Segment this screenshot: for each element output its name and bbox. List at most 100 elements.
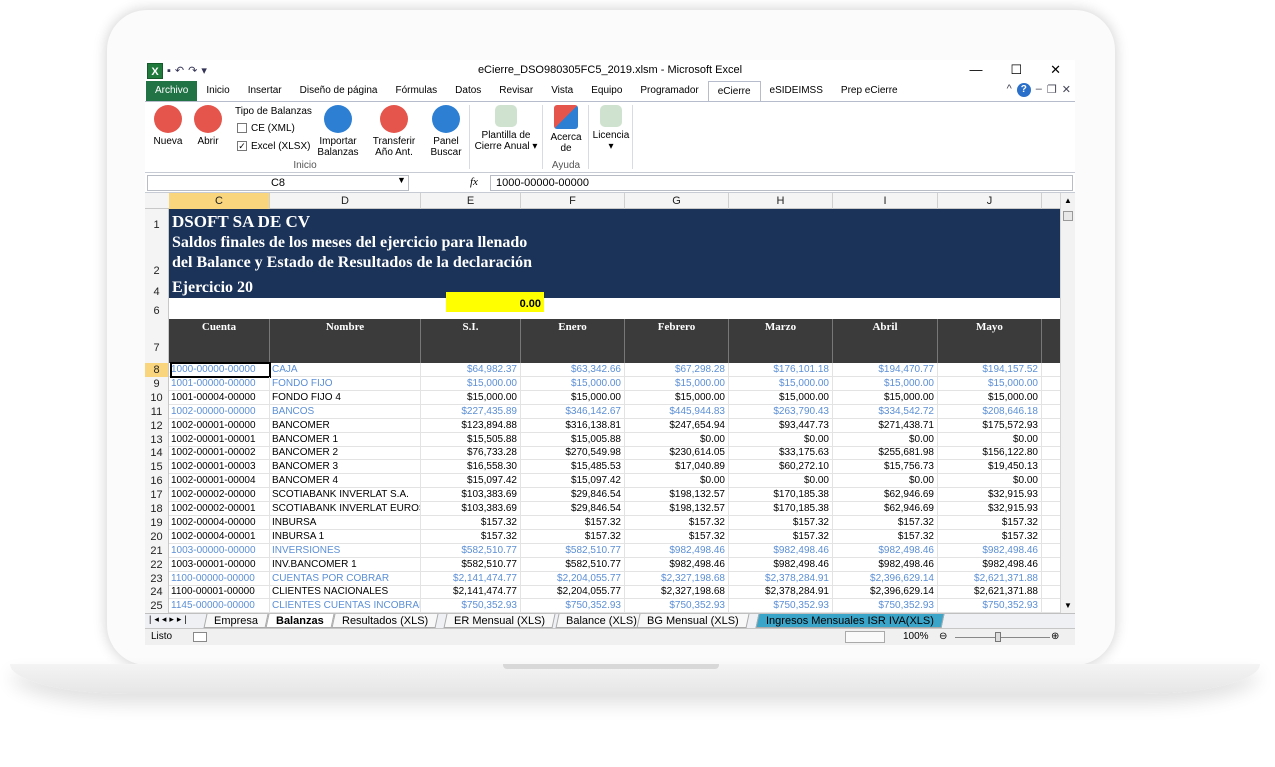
name-cell[interactable]: CUENTAS POR COBRAR xyxy=(272,571,421,586)
value-cell[interactable]: $198,132.57 xyxy=(625,502,729,516)
value-cell[interactable]: $270,549.98 xyxy=(521,446,625,461)
value-cell[interactable]: $15,097.42 xyxy=(421,474,521,489)
value-cell[interactable]: $982,498.46 xyxy=(625,543,729,558)
value-cell[interactable]: $582,510.77 xyxy=(521,557,625,572)
value-cell[interactable]: $170,185.38 xyxy=(729,488,833,503)
mini-close-icon[interactable]: ✕ xyxy=(1062,83,1071,97)
value-cell[interactable]: $15,000.00 xyxy=(421,376,521,391)
value-cell[interactable]: $29,846.54 xyxy=(521,488,625,503)
value-cell[interactable]: $750,352.93 xyxy=(938,599,1042,614)
value-cell[interactable]: $15,000.00 xyxy=(625,376,729,391)
value-cell[interactable]: $15,000.00 xyxy=(833,376,938,391)
plantilla-cierre-button[interactable]: Plantilla de Cierre Anual ▾ xyxy=(471,105,541,152)
value-cell[interactable]: $16,558.30 xyxy=(421,460,521,475)
value-cell[interactable]: $0.00 xyxy=(625,432,729,447)
cuadre-value[interactable]: 0.00 xyxy=(446,292,544,312)
account-cell[interactable]: 1002-00001-00000 xyxy=(171,418,270,433)
row-number[interactable]: 8 xyxy=(145,363,169,377)
row-number[interactable]: 6 xyxy=(145,299,169,319)
value-cell[interactable]: $271,438.71 xyxy=(833,418,938,433)
value-cell[interactable]: $170,185.38 xyxy=(729,502,833,516)
row-number[interactable]: 23 xyxy=(145,571,169,586)
row-number[interactable]: 18 xyxy=(145,502,169,516)
value-cell[interactable]: $15,505.88 xyxy=(421,432,521,447)
row-number[interactable]: 20 xyxy=(145,529,169,544)
scroll-thumb[interactable] xyxy=(1063,211,1073,221)
value-cell[interactable]: $0.00 xyxy=(833,432,938,447)
value-cell[interactable]: $62,946.69 xyxy=(833,488,938,503)
account-cell[interactable]: 1001-00004-00000 xyxy=(171,390,270,405)
value-cell[interactable]: $32,915.93 xyxy=(938,502,1042,516)
column-header[interactable]: E xyxy=(421,193,521,209)
row-number[interactable]: 22 xyxy=(145,557,169,572)
value-cell[interactable]: $445,944.83 xyxy=(625,404,729,419)
value-cell[interactable]: $15,756.73 xyxy=(833,460,938,475)
value-cell[interactable]: $157.32 xyxy=(421,529,521,544)
value-cell[interactable]: $157.32 xyxy=(833,529,938,544)
tab-f-rmulas[interactable]: Fórmulas xyxy=(386,81,446,101)
macro-record-icon[interactable] xyxy=(193,632,207,642)
value-cell[interactable]: $982,498.46 xyxy=(729,557,833,572)
value-cell[interactable]: $247,654.94 xyxy=(625,418,729,433)
value-cell[interactable]: $2,621,371.88 xyxy=(938,571,1042,586)
column-header[interactable]: F xyxy=(521,193,625,209)
value-cell[interactable]: $0.00 xyxy=(625,474,729,489)
value-cell[interactable]: $15,000.00 xyxy=(521,376,625,391)
value-cell[interactable]: $2,141,474.77 xyxy=(421,571,521,586)
tab-programador[interactable]: Programador xyxy=(631,81,707,101)
formula-input[interactable]: 1000-00000-00000 xyxy=(490,175,1073,191)
value-cell[interactable]: $2,327,198.68 xyxy=(625,585,729,600)
value-cell[interactable]: $15,000.00 xyxy=(938,390,1042,405)
tab-inicio[interactable]: Inicio xyxy=(197,81,238,101)
value-cell[interactable]: $582,510.77 xyxy=(421,557,521,572)
value-cell[interactable]: $263,790.43 xyxy=(729,404,833,419)
value-cell[interactable]: $194,157.52 xyxy=(938,363,1042,377)
value-cell[interactable]: $194,470.77 xyxy=(833,363,938,377)
column-header[interactable]: H xyxy=(729,193,833,209)
sheet-tab[interactable]: Resultados (XLS) xyxy=(331,614,439,628)
zoom-slider[interactable] xyxy=(955,637,1050,638)
row-number[interactable]: 17 xyxy=(145,488,169,503)
value-cell[interactable]: $2,378,284.91 xyxy=(729,585,833,600)
name-cell[interactable]: BANCOMER 3 xyxy=(272,460,421,475)
fx-icon[interactable]: fx xyxy=(470,176,478,188)
name-cell[interactable]: BANCOMER xyxy=(272,418,421,433)
tab-revisar[interactable]: Revisar xyxy=(490,81,542,101)
value-cell[interactable]: $15,000.00 xyxy=(729,390,833,405)
value-cell[interactable]: $157.32 xyxy=(938,515,1042,530)
tab-dise-o-de-p-gina[interactable]: Diseño de página xyxy=(291,81,387,101)
name-cell[interactable]: INBURSA 1 xyxy=(272,529,421,544)
checkbox-checked-icon[interactable]: ✓ xyxy=(237,141,247,152)
tab-vista[interactable]: Vista xyxy=(542,81,582,101)
value-cell[interactable]: $0.00 xyxy=(833,474,938,489)
value-cell[interactable]: $316,138.81 xyxy=(521,418,625,433)
value-cell[interactable]: $67,298.28 xyxy=(625,363,729,377)
value-cell[interactable]: $0.00 xyxy=(729,474,833,489)
zoom-out-icon[interactable]: ⊖ xyxy=(939,629,947,645)
value-cell[interactable]: $15,000.00 xyxy=(625,390,729,405)
value-cell[interactable]: $750,352.93 xyxy=(421,599,521,614)
row-number[interactable]: 14 xyxy=(145,446,169,461)
account-cell[interactable]: 1002-00002-00000 xyxy=(171,488,270,503)
column-header[interactable]: J xyxy=(938,193,1042,209)
value-cell[interactable]: $64,982.37 xyxy=(421,363,521,377)
row-number[interactable]: 7 xyxy=(145,319,169,363)
name-cell[interactable]: INBURSA xyxy=(272,515,421,530)
ce-xml-option[interactable]: CE (XML) xyxy=(237,123,295,134)
value-cell[interactable]: $0.00 xyxy=(938,474,1042,489)
value-cell[interactable]: $93,447.73 xyxy=(729,418,833,433)
maximize-icon[interactable]: ☐ xyxy=(1010,62,1022,78)
row-number[interactable]: 19 xyxy=(145,515,169,530)
row-number[interactable]: 4 xyxy=(145,285,169,299)
value-cell[interactable]: $15,000.00 xyxy=(833,390,938,405)
value-cell[interactable]: $227,435.89 xyxy=(421,404,521,419)
name-cell[interactable]: SCOTIABANK INVERLAT EUROS xyxy=(272,502,421,516)
value-cell[interactable]: $29,846.54 xyxy=(521,502,625,516)
account-cell[interactable]: 1002-00004-00000 xyxy=(171,515,270,530)
value-cell[interactable]: $157.32 xyxy=(421,515,521,530)
row-number[interactable]: 13 xyxy=(145,432,169,447)
column-header[interactable]: I xyxy=(833,193,938,209)
value-cell[interactable]: $76,733.28 xyxy=(421,446,521,461)
scroll-down-icon[interactable]: ▼ xyxy=(1064,601,1072,610)
value-cell[interactable]: $230,614.05 xyxy=(625,446,729,461)
